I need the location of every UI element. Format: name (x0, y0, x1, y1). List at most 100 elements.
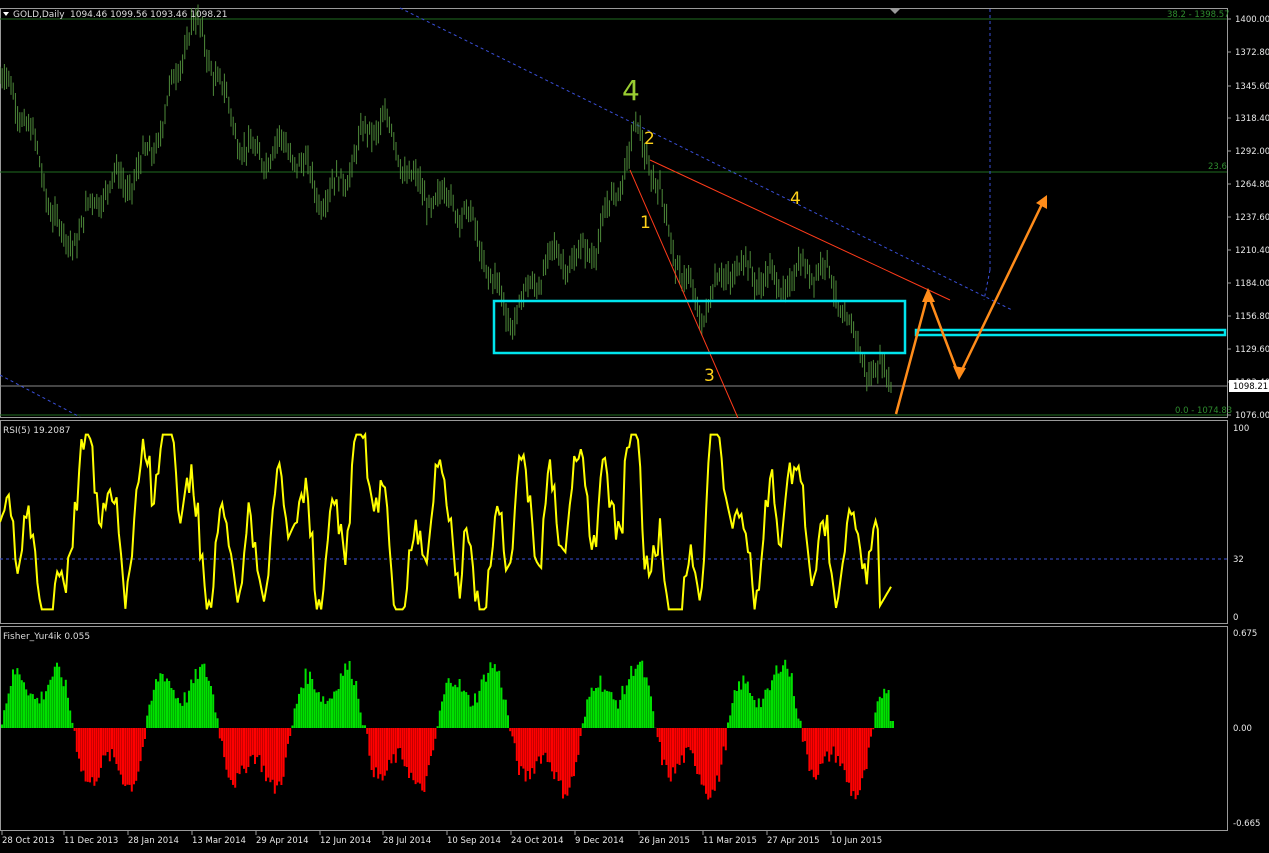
fisher-bar (832, 728, 835, 747)
price-tick-label: 1237.60 (1235, 213, 1269, 223)
fisher-bar (656, 728, 659, 738)
shift-marker-icon[interactable] (890, 9, 900, 14)
fisher-bar (546, 728, 549, 762)
fisher-bar (698, 728, 701, 775)
fisher-bar (557, 728, 560, 781)
time-tick-label: 28 Oct 2013 (2, 836, 55, 846)
price-tick-label: 1076.00 (1235, 411, 1269, 421)
fisher-bar (432, 728, 435, 751)
fisher-bar (130, 728, 133, 792)
fisher-bar (315, 692, 318, 728)
current-price-label: 1098.21 (1233, 382, 1268, 392)
fisher-bar (790, 673, 793, 728)
fisher-bar (243, 728, 245, 769)
time-tick-label: 13 Mar 2014 (192, 836, 246, 846)
price-bars (0, 4, 892, 393)
fisher-bar (53, 666, 56, 728)
fib-00-label: 0.0 - 1074.83 (1175, 406, 1232, 416)
fisher-bar (271, 728, 274, 780)
fisher-bar (425, 728, 428, 777)
fisher-bar (326, 700, 329, 728)
fisher-bar (282, 728, 285, 777)
fisher-bar (368, 728, 371, 756)
fisher-bar (841, 728, 844, 764)
fisher-bar (348, 661, 351, 728)
fisher-bar (372, 728, 375, 778)
fisher-bar (667, 728, 670, 778)
price-tick-label: 1292.00 (1235, 147, 1269, 157)
price-tick-label: 1184.00 (1235, 279, 1269, 289)
fisher-bar (304, 668, 307, 728)
fisher-bar (548, 728, 551, 763)
fisher-bar (249, 728, 252, 757)
fisher-bar (482, 674, 485, 728)
fisher-bar (5, 703, 8, 728)
projection-arrow-down (953, 366, 966, 380)
fisher-bar (93, 728, 96, 786)
fisher-bar (892, 721, 894, 728)
channel-upper-line (399, 7, 1013, 311)
fisher-bar (146, 715, 149, 728)
fisher-bar (674, 728, 677, 774)
fisher-bar (410, 728, 413, 773)
fisher-bar (828, 728, 831, 762)
fisher-bar (740, 689, 743, 728)
fisher-bar (568, 728, 571, 788)
fisher-bar (122, 728, 124, 785)
fisher-bar (100, 728, 102, 768)
fisher-bar (168, 681, 171, 728)
fisher-bar (795, 708, 798, 728)
fisher-bar (179, 703, 182, 728)
fisher-bar (71, 722, 74, 728)
fisher-bar (566, 728, 569, 796)
fisher-bar (251, 728, 254, 755)
fisher-bar (744, 683, 747, 728)
fisher-bar (751, 696, 754, 728)
fisher-bar (707, 728, 710, 800)
fisher-bar (69, 710, 72, 728)
fisher-bar (463, 690, 465, 728)
price-tick-label: 1372.80 (1235, 48, 1269, 58)
fisher-bar (144, 728, 146, 739)
time-tick-label: 26 Jan 2015 (639, 836, 690, 846)
time-tick-label: 27 Apr 2015 (767, 836, 820, 846)
fisher-bar (603, 689, 606, 728)
time-tick-label: 10 Sep 2014 (447, 836, 501, 846)
fisher-bar (716, 728, 718, 776)
fisher-bar (676, 728, 679, 764)
fisher-bar (724, 728, 727, 751)
fisher-bar (205, 677, 208, 728)
fisher-bar (14, 674, 17, 728)
fisher-bar (214, 712, 217, 728)
fisher-bar (412, 728, 415, 781)
fisher-bar (302, 688, 305, 728)
fisher-bar (161, 674, 164, 728)
fisher-bar (201, 664, 204, 728)
time-axis: 28 Oct 2013 11 Dec 2013 28 Jan 2014 13 Mar … (1, 831, 882, 846)
fisher-bar (133, 728, 135, 785)
fisher-bar (216, 718, 219, 728)
fisher-bar (766, 688, 769, 728)
fisher-bar (636, 664, 639, 728)
fisher-bar (416, 728, 419, 783)
fisher-bar (342, 675, 344, 728)
fisher-bar (31, 694, 34, 728)
chart-canvas: 4 2 1 3 4 38.2 - 1398.57 23.6 0.0 - 1074… (0, 4, 1269, 846)
fisher-bar (42, 699, 45, 728)
fisher-bar (383, 728, 386, 776)
rsi-tick-32: 32 (1233, 555, 1244, 565)
fisher-bar (669, 728, 672, 782)
menu-triangle-icon[interactable] (3, 12, 9, 16)
fisher-bar (218, 728, 221, 739)
fisher-bar (434, 728, 437, 739)
fisher-bar (29, 693, 32, 728)
fisher-bar (306, 683, 309, 728)
price-axis: 1400.00 1372.80 1345.60 1318.40 1292.00 1264.… (1227, 15, 1269, 421)
fisher-bar (617, 708, 619, 728)
target-zone-box[interactable] (914, 328, 1227, 337)
fisher-bar (403, 728, 406, 767)
fisher-bar (722, 728, 725, 747)
fisher-bar (801, 728, 804, 742)
fisher-bar (526, 728, 529, 771)
fisher-bar (262, 728, 265, 766)
